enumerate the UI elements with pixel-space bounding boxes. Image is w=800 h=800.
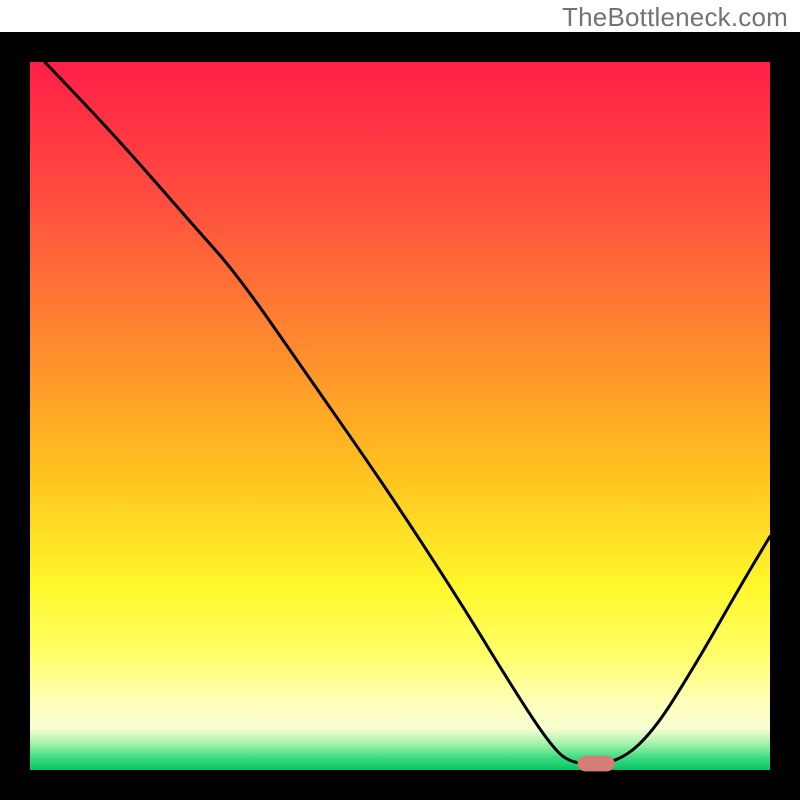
plot-background	[30, 62, 770, 770]
optimal-marker	[578, 756, 615, 772]
watermark-text: TheBottleneck.com	[562, 2, 788, 33]
chart-frame: TheBottleneck.com	[0, 0, 800, 800]
bottleneck-chart	[0, 0, 800, 800]
